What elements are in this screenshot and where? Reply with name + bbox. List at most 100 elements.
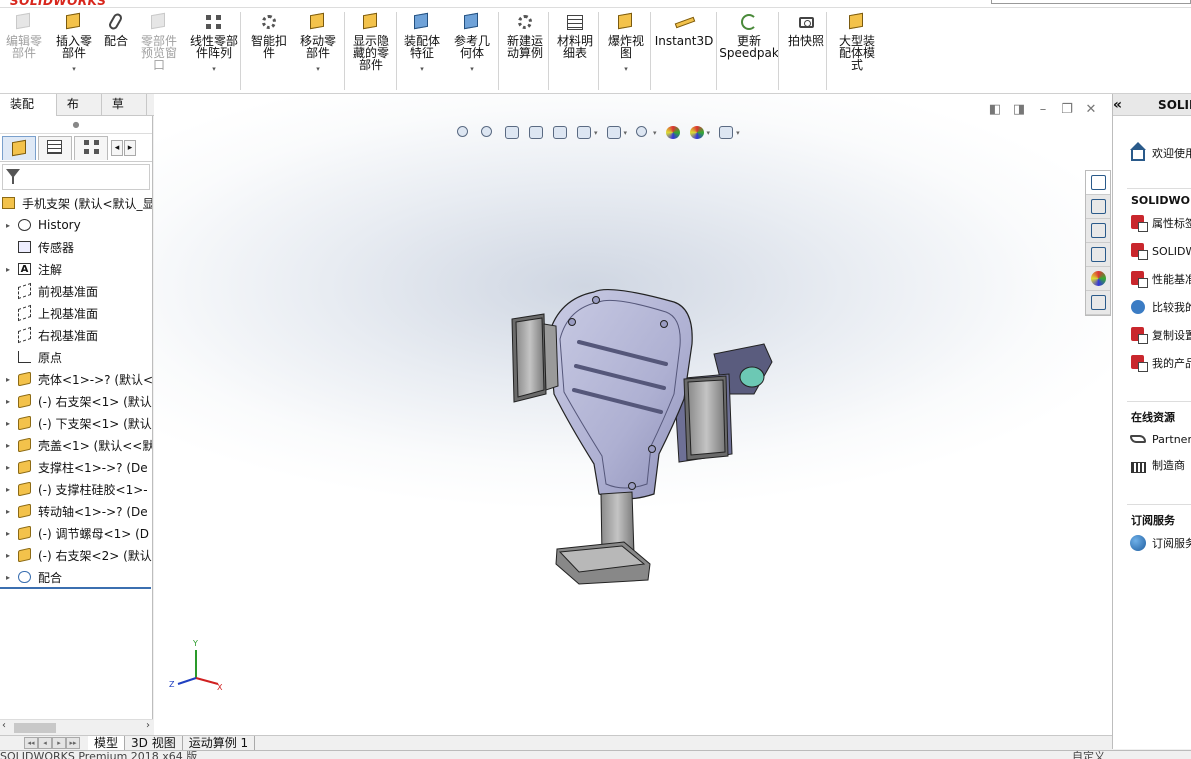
scroll-right-arrow[interactable]: › xyxy=(146,720,150,731)
exploded-view-button[interactable]: 爆炸视 图 ▾ xyxy=(604,12,648,75)
section-divider xyxy=(1127,504,1191,505)
tab-scroll-left[interactable]: ◂ xyxy=(111,139,123,156)
bill-of-materials-button[interactable]: 材料明 细表 xyxy=(554,12,596,59)
view-palette-tab[interactable] xyxy=(1086,243,1110,267)
tree-item[interactable]: 右视基准面 xyxy=(0,324,152,346)
expand-arrow-icon[interactable]: ▸ xyxy=(2,265,14,274)
expand-arrow-icon[interactable]: ▸ xyxy=(2,375,14,384)
tree-item[interactable]: 前视基准面 xyxy=(0,280,152,302)
take-snapshot-button[interactable]: 拍快照 xyxy=(784,12,828,47)
task-pane-link[interactable]: 比较我的 xyxy=(1129,298,1191,316)
task-pane-link[interactable]: 属性标签 xyxy=(1129,214,1191,232)
new-motion-study-button[interactable]: 新建运 动算例 xyxy=(502,12,548,59)
tree-rollback-bar[interactable] xyxy=(0,587,151,589)
tree-item[interactable]: ▸ (-) 右支架<1> (默认 xyxy=(0,390,152,412)
tree-item[interactable]: ▸ (-) 调节螺母<1> (D xyxy=(0,522,152,544)
tree-item[interactable]: ▸ (-) 下支架<1> (默认 xyxy=(0,412,152,434)
tree-item[interactable]: ▸ 转动轴<1>->? (De xyxy=(0,500,152,522)
expand-arrow-icon[interactable]: ▸ xyxy=(2,419,14,428)
bottom-tab-1[interactable]: 3D 视图 xyxy=(125,735,183,751)
chevron-down-icon[interactable]: ▾ xyxy=(420,63,424,75)
chevron-down-icon[interactable]: ▾ xyxy=(624,63,628,75)
command-tab-1[interactable]: 布局 xyxy=(57,94,102,132)
task-pane-link[interactable]: 复制设置 xyxy=(1129,326,1191,344)
assembly-features-button[interactable]: 装配体 特征 ▾ xyxy=(400,12,444,75)
reference-geometry-button[interactable]: 参考几 何体 ▾ xyxy=(450,12,494,75)
tree-item[interactable]: ▸ 壳体<1>->? (默认< xyxy=(0,368,152,390)
move-component-button[interactable]: 移动零 部件 ▾ xyxy=(296,12,340,75)
expand-arrow-icon[interactable]: ▸ xyxy=(2,463,14,472)
component-preview-button[interactable]: 零部件 预览窗 口 xyxy=(136,12,182,71)
expand-arrow-icon[interactable]: ▸ xyxy=(2,221,14,230)
tree-item[interactable]: 传感器 xyxy=(0,236,152,258)
insert-components-button[interactable]: 插入零 部件 ▾ xyxy=(52,12,96,75)
large-assembly-mode-button[interactable]: 大型装 配体模 式 xyxy=(834,12,880,71)
tree-item[interactable]: ▸ (-) 右支架<2> (默认 xyxy=(0,544,152,566)
task-pane-link[interactable]: 我的产品 xyxy=(1129,354,1191,372)
smart-fasteners-button[interactable]: 智能扣 件 xyxy=(248,12,290,59)
appearances-tab[interactable] xyxy=(1086,267,1110,291)
tree-filter[interactable] xyxy=(2,164,150,190)
task-pane-link[interactable]: 性能基准 xyxy=(1129,270,1191,288)
bottom-tab-0[interactable]: 模型 xyxy=(88,735,126,751)
chevron-down-icon[interactable]: ▾ xyxy=(316,63,320,75)
panel-splitter-handle[interactable]: ● xyxy=(0,116,152,134)
design-library-tab[interactable] xyxy=(1086,195,1110,219)
tree-root-assembly[interactable]: 手机支架 (默认<默认_显 xyxy=(0,192,152,214)
instant3d-icon xyxy=(673,12,696,32)
home-tab[interactable] xyxy=(1086,171,1110,195)
next-tab-icon[interactable]: ▸ xyxy=(52,737,66,749)
first-tab-icon[interactable]: ◂◂ xyxy=(24,737,38,749)
command-tab-2[interactable]: 草图 xyxy=(102,94,147,132)
linear-pattern-button[interactable]: 线性零部 件阵列 ▾ xyxy=(186,12,242,75)
configuration-manager-tab[interactable] xyxy=(74,135,108,160)
collapse-chevron-icon[interactable]: « xyxy=(1113,97,1122,113)
graphics-area[interactable]: ▾ ▾ ▾ ▾ ▾ ◧ ◨ – ❐ ✕ Y Z X xyxy=(154,94,1112,735)
tree-item-label: 前视基准面 xyxy=(38,284,99,299)
scroll-left-arrow[interactable]: ‹ xyxy=(2,720,6,731)
search-box[interactable] xyxy=(991,0,1191,4)
tree-item[interactable]: ▸ 支撑柱<1>->? (De xyxy=(0,456,152,478)
phone-holder-3d-model[interactable] xyxy=(154,94,1112,735)
chevron-down-icon[interactable]: ▾ xyxy=(212,63,216,75)
expand-arrow-icon[interactable]: ▸ xyxy=(2,507,14,516)
expand-arrow-icon[interactable]: ▸ xyxy=(2,551,14,560)
tab-scroll-right[interactable]: ▸ xyxy=(124,139,136,156)
expand-arrow-icon[interactable]: ▸ xyxy=(2,573,14,582)
prev-tab-icon[interactable]: ◂ xyxy=(38,737,52,749)
command-tab-0[interactable]: 装配体 xyxy=(0,94,57,132)
ribbon-separator xyxy=(396,12,397,90)
tree-item[interactable]: ▸ 配合 xyxy=(0,566,152,588)
custom-properties-tab[interactable] xyxy=(1086,291,1110,315)
file-explorer-tab[interactable] xyxy=(1086,219,1110,243)
scroll-thumb[interactable] xyxy=(14,723,56,733)
chevron-down-icon[interactable]: ▾ xyxy=(470,63,474,75)
task-pane-link[interactable]: 订阅服务 xyxy=(1129,534,1191,552)
expand-arrow-icon[interactable]: ▸ xyxy=(2,529,14,538)
show-hidden-button[interactable]: 显示隐 藏的零 部件 xyxy=(348,12,394,71)
last-tab-icon[interactable]: ▸▸ xyxy=(66,737,80,749)
instant3d-button[interactable]: Instant3D xyxy=(655,12,713,47)
task-pane-link[interactable]: 制造商 xyxy=(1129,456,1185,474)
feature-manager-tab[interactable] xyxy=(2,135,36,160)
expand-arrow-icon[interactable]: ▸ xyxy=(2,397,14,406)
tree-item[interactable]: ▸ A 注解 xyxy=(0,258,152,280)
tree-horizontal-scrollbar[interactable]: ‹ › xyxy=(0,719,153,735)
tree-item[interactable]: 原点 xyxy=(0,346,152,368)
update-speedpak-button[interactable]: 更新 Speedpak xyxy=(719,12,779,59)
status-units[interactable]: 自定义 xyxy=(1072,751,1105,759)
tree-item[interactable]: 上视基准面 xyxy=(0,302,152,324)
expand-arrow-icon[interactable]: ▸ xyxy=(2,485,14,494)
tree-item[interactable]: ▸ History xyxy=(0,214,152,236)
tree-item[interactable]: ▸ 壳盖<1> (默认<<默 xyxy=(0,434,152,456)
edit-component-button[interactable]: 编辑零 部件 xyxy=(4,12,44,59)
task-pane-link[interactable]: Partner xyxy=(1129,430,1191,448)
chevron-down-icon[interactable]: ▾ xyxy=(72,63,76,75)
tree-item[interactable]: ▸ (-) 支撑柱硅胶<1>- xyxy=(0,478,152,500)
mate-button[interactable]: 配合 xyxy=(100,11,132,47)
property-manager-tab[interactable] xyxy=(38,135,72,160)
expand-arrow-icon[interactable]: ▸ xyxy=(2,441,14,450)
welcome-link[interactable]: 欢迎使用 xyxy=(1129,142,1191,162)
task-pane-link[interactable]: SOLIDWO xyxy=(1129,242,1191,260)
bottom-tab-2[interactable]: 运动算例 1 xyxy=(183,735,256,751)
